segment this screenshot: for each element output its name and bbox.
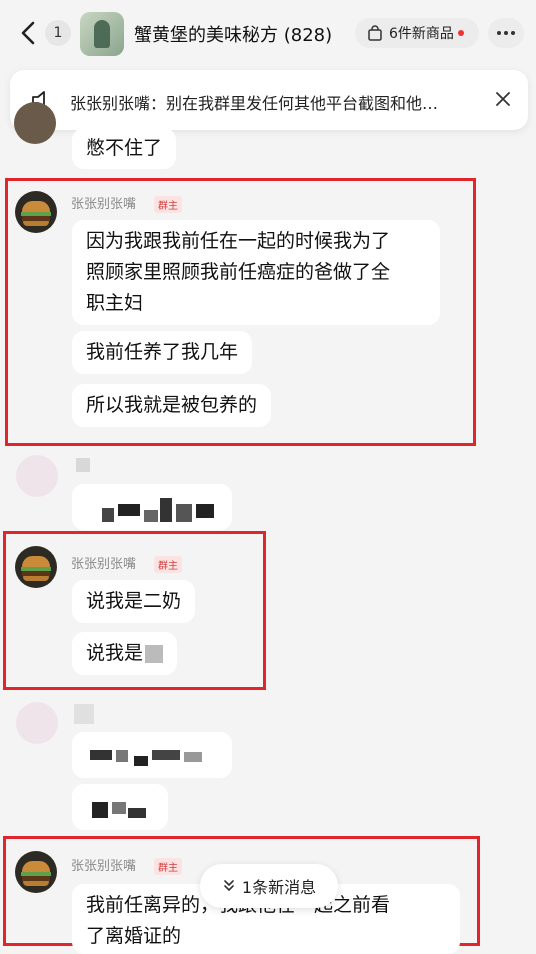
notice-text: 张张别张嘴：别在我群里发任何其他平台截图和他… [70,94,439,113]
message-bubble: 因为我跟我前任在一起的时候我为了 照顾家里照顾我前任癌症的爸做了全 职主妇 [72,220,440,325]
avatar[interactable] [14,102,56,144]
owner-badge: 群主 [154,196,182,213]
unread-count-badge[interactable]: 1 [45,20,71,46]
more-options-button[interactable] [488,18,524,48]
blurred-avatar [16,702,58,744]
message-bubble: 说我是 [72,632,178,675]
message-text: 说我是 [86,642,144,664]
group-title[interactable]: 蟹黄堡的美味秘方 (828) [134,21,332,47]
owner-badge: 群主 [154,858,182,875]
pixelated-message [72,732,232,778]
shopping-bag-icon [368,25,382,41]
blurred-avatar [16,455,58,497]
close-icon[interactable] [494,90,512,108]
owner-badge: 群主 [154,556,182,573]
sender-name: 张张别张嘴 [71,197,137,212]
pinned-notice[interactable]: 张张别张嘴：别在我群里发任何其他平台截图和他… [10,70,528,130]
message-bubble: 我前任养了我几年 [72,331,253,374]
mosaic [74,704,94,724]
pixelated-message [72,484,232,530]
mosaic [76,458,90,472]
message-bubble: 憋不住了 [72,128,177,169]
group-avatar[interactable] [80,12,124,56]
new-message-label: 1条新消息 [241,878,317,897]
avatar[interactable] [15,191,57,233]
chat-header: 1 蟹黄堡的美味秘方 (828) 6件新商品 [0,0,536,68]
message-line: 因为我跟我前任在一起的时候我为了 [86,230,391,252]
avatar[interactable] [15,851,57,893]
back-arrow-icon[interactable] [18,20,40,46]
shop-label: 6件新商品 [389,26,454,42]
sender-name: 张张别张嘴 [71,859,137,874]
message-bubble: 说我是二奶 [72,580,196,623]
message-line: 照顾家里照顾我前任癌症的爸做了全 [86,261,391,283]
avatar[interactable] [15,546,57,588]
new-message-button[interactable]: 1条新消息 [200,864,338,908]
pixelated-char [145,644,164,663]
shop-button[interactable]: 6件新商品 [355,18,479,48]
message-bubble: 所以我就是被包养的 [72,384,272,427]
message-line: 职主妇 [86,292,144,314]
pixelated-message [72,784,168,830]
sender-name: 张张别张嘴 [71,557,137,572]
new-dot [457,30,464,36]
message-line: 了离婚证的 [86,925,182,947]
double-chevron-down-icon [224,880,234,891]
